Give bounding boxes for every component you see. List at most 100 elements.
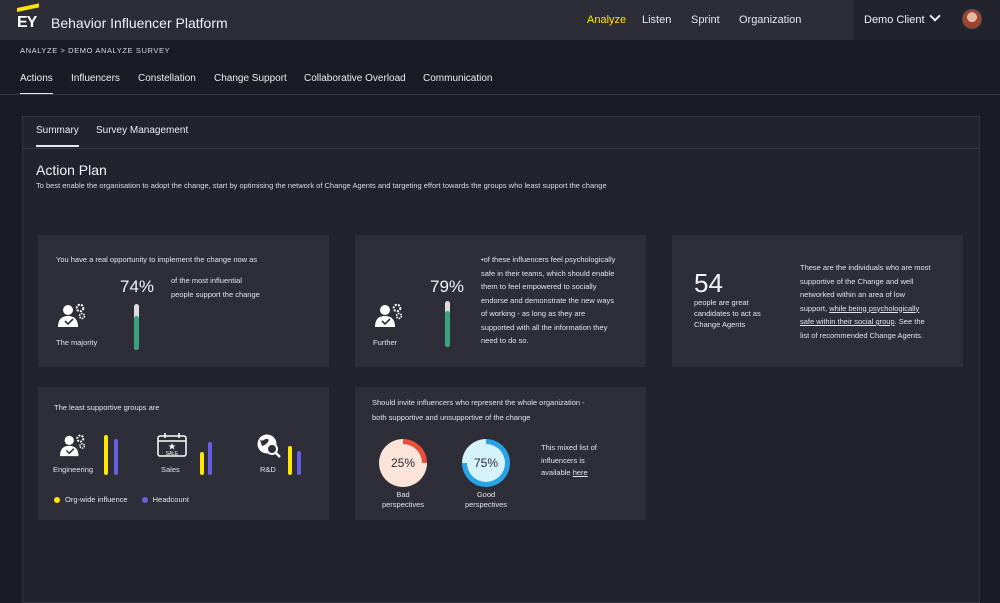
- client-selector[interactable]: Demo Client: [854, 0, 1000, 40]
- chevron-down-icon[interactable]: [929, 10, 941, 22]
- nav-sprint[interactable]: Sprint: [691, 14, 739, 26]
- majority-heading: You have a real opportunity to implement…: [56, 255, 258, 264]
- subtab-summary[interactable]: Summary: [36, 125, 79, 147]
- subtab-survey-management[interactable]: Survey Management: [96, 125, 188, 136]
- sales-influence-bar: [200, 451, 204, 475]
- tab-communication[interactable]: Communication: [423, 73, 492, 84]
- change-agents-text: These are the individuals who are most s…: [800, 261, 931, 342]
- svg-text:SALE: SALE: [166, 451, 179, 457]
- psych-safe-link-2[interactable]: safe within their social group: [800, 317, 895, 326]
- psych-line-4: endorse and demonstrate the new ways: [481, 295, 614, 305]
- further-label: Further: [373, 338, 398, 347]
- perspectives-heading-2: both supportive and unsupportive of the …: [372, 413, 531, 422]
- page-subtitle: To best enable the organisation to adopt…: [36, 181, 607, 190]
- tab-influencers[interactable]: Influencers: [71, 73, 120, 84]
- summary-panel: Summary Survey Management Action Plan To…: [22, 116, 980, 603]
- rnd-headcount-bar: [297, 450, 301, 475]
- majority-progress: [134, 304, 139, 350]
- breadcrumb[interactable]: ANALYZE > DEMO ANALYZE SURVEY: [20, 46, 170, 55]
- tab-constellation[interactable]: Constellation: [138, 73, 196, 84]
- majority-text-1: of the most influential: [171, 276, 242, 285]
- engineering-headcount-bar: [114, 439, 118, 475]
- perspectives-card: Should invite influencers who represent …: [355, 387, 646, 520]
- legend-influence-dot: [54, 497, 60, 504]
- psych-safety-progress: [445, 301, 450, 347]
- psych-safety-progress-fill: [445, 310, 450, 347]
- majority-label: The majority: [56, 338, 98, 347]
- mixed-list-link[interactable]: here: [573, 468, 588, 477]
- agents-line-6: list of recommended Change Agents.: [800, 330, 923, 340]
- top-bar: EY Behavior Influencer Platform Analyze …: [0, 0, 1000, 40]
- group-engineering-label: Engineering: [53, 465, 94, 474]
- majority-text-2: people support the change: [171, 290, 260, 299]
- agents-line-3: networked within an area of low: [800, 290, 906, 299]
- agents-line-5: safe within their social group. See the: [800, 315, 931, 329]
- group-rnd-label: R&D: [260, 465, 276, 474]
- avatar[interactable]: [962, 9, 982, 29]
- tabs-divider: [0, 94, 1000, 95]
- logo-text: EY: [17, 14, 37, 31]
- bad-perspectives-donut: 25%: [379, 439, 427, 487]
- caption-line-2: candidates to act as: [694, 309, 761, 318]
- majority-card: You have a real opportunity to implement…: [38, 235, 329, 367]
- client-name: Demo Client: [864, 14, 925, 26]
- least-supportive-heading: The least supportive groups are: [54, 403, 160, 412]
- mixed-line-3: available here: [541, 467, 597, 480]
- sale-calendar-icon: SALE: [157, 433, 187, 457]
- logo-beam: [17, 3, 39, 13]
- mixed-line-3a: available: [541, 468, 573, 477]
- psych-line-1: •of these influencers feel psychological…: [481, 255, 616, 264]
- agents-line-4a: support,: [800, 303, 830, 313]
- perspectives-heading-1: Should invite influencers who represent …: [372, 398, 585, 407]
- change-agents-caption: people are great candidates to act as Ch…: [694, 297, 761, 330]
- bad-label-2: perspectives: [381, 500, 425, 509]
- legend: Org-wide influence Headcount: [54, 493, 189, 507]
- bad-perspectives-label: Bad perspectives: [377, 490, 429, 510]
- psych-line-5: of working - as long as they are: [481, 309, 586, 318]
- mixed-list-text: This mixed list of influencers is availa…: [541, 442, 597, 480]
- psych-line-6: supported with all the information they: [481, 322, 608, 332]
- app-title: Behavior Influencer Platform: [51, 15, 228, 31]
- sales-headcount-bar: [208, 442, 212, 475]
- psych-safety-card: Further 79% •of these influencers feel p…: [355, 235, 646, 367]
- page-title: Action Plan: [36, 162, 107, 178]
- subtabs-divider: [23, 148, 979, 149]
- bad-label-1: Bad: [396, 490, 410, 499]
- legend-headcount-dot: [141, 497, 148, 504]
- agents-line-4: support, while being psychologically: [800, 302, 931, 316]
- psych-line-2: safe in their teams, which should enable: [481, 268, 615, 278]
- good-perspectives-value: 75%: [467, 444, 505, 482]
- main-nav: Analyze Listen Sprint Organization: [587, 14, 801, 26]
- caption-line-3: Change Agents: [694, 320, 746, 329]
- mixed-line-1: This mixed list of: [541, 443, 597, 452]
- tab-change-support[interactable]: Change Support: [214, 73, 287, 84]
- engineering-influence-bar: [104, 435, 108, 475]
- majority-progress-fill: [134, 315, 139, 350]
- agents-line-1: These are the individuals who are most: [800, 263, 931, 272]
- caption-line-1: people are great: [694, 298, 749, 307]
- good-label-2: perspectives: [464, 500, 508, 509]
- group-sales-label: Sales: [161, 465, 180, 474]
- agents-line-5b: . See the: [894, 317, 925, 326]
- majority-percent: 74%: [120, 277, 155, 296]
- good-perspectives-donut: 75%: [462, 439, 510, 487]
- psych-safe-link-1[interactable]: while being psychologically: [829, 304, 919, 313]
- nav-listen[interactable]: Listen: [642, 14, 691, 26]
- ey-logo[interactable]: EY: [17, 3, 41, 31]
- bad-perspectives-value: 25%: [384, 444, 422, 482]
- psych-safety-percent: 79%: [430, 277, 465, 296]
- good-label-1: Good: [476, 490, 496, 499]
- people-gear-icon: [60, 434, 86, 457]
- people-gear-icon: [375, 303, 403, 327]
- psych-line-3: them to feel empowered to socially: [481, 282, 597, 291]
- legend-headcount-label: Headcount: [152, 495, 189, 504]
- globe-search-icon: [257, 434, 281, 458]
- people-gear-icon: [58, 303, 86, 327]
- least-supportive-card: The least supportive groups are Engineer…: [38, 387, 329, 520]
- tab-collaborative-overload[interactable]: Collaborative Overload: [304, 73, 406, 84]
- psych-safety-text: •of these influencers feel psychological…: [481, 253, 615, 348]
- tab-actions[interactable]: Actions: [20, 73, 53, 95]
- rnd-influence-bar: [288, 446, 292, 475]
- nav-analyze[interactable]: Analyze: [587, 14, 642, 26]
- nav-organization[interactable]: Organization: [739, 14, 801, 26]
